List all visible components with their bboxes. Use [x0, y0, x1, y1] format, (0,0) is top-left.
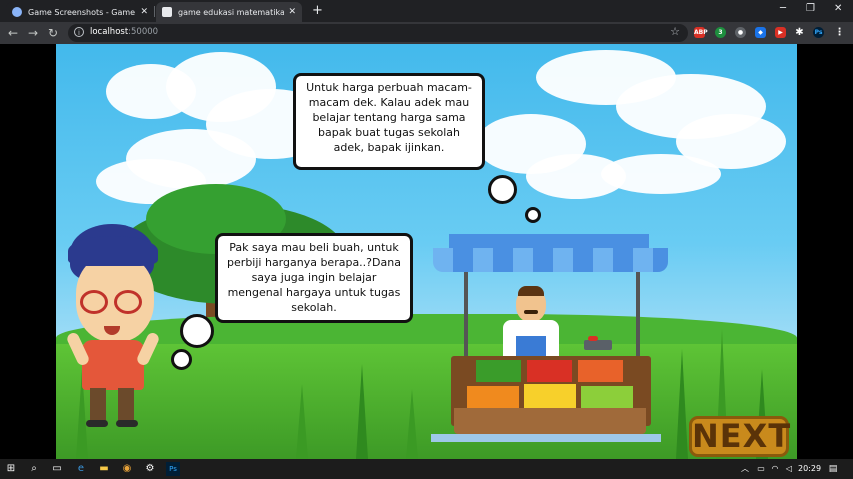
tab-title: game edukasi matematika (Cons	[178, 7, 285, 17]
extension-diamond-icon[interactable]: ◆	[755, 27, 766, 38]
seller-speech-bubble: Untuk harga perbuah macam-macam dek. Kal…	[293, 73, 485, 170]
tab-title: Game Screenshots - Game Eduka	[28, 7, 136, 17]
tab-game-edukasi[interactable]: game edukasi matematika (Cons ✕	[156, 2, 302, 22]
url-host: localhost	[90, 27, 129, 37]
game-canvas: Untuk harga perbuah macam-macam dek. Kal…	[56, 44, 797, 459]
task-view-icon[interactable]: ▭	[50, 462, 64, 476]
back-icon[interactable]: ←	[8, 25, 18, 41]
boy-thought-circle-large	[180, 314, 214, 348]
url-text[interactable]: localhost:50000	[90, 27, 158, 37]
close-tab-icon[interactable]: ✕	[140, 7, 148, 17]
menu-kebab-icon[interactable]: ⋮	[834, 27, 845, 38]
page-favicon-icon	[162, 7, 172, 17]
chrome-favicon-icon	[12, 7, 22, 17]
seller-thought-circle-large	[488, 175, 517, 204]
photoshop-icon[interactable]: Ps	[166, 462, 180, 476]
search-icon[interactable]: ⌕	[27, 462, 41, 476]
browser-toolbar: ← → ↻ i localhost:50000 ☆ ABP 3 ● ◆ ▶ ✱ …	[0, 22, 853, 44]
url-port: :50000	[128, 27, 159, 37]
window-close-icon[interactable]: ✕	[834, 3, 842, 14]
bookmark-star-icon[interactable]: ☆	[670, 25, 680, 38]
tray-chevron-icon[interactable]: ︿	[738, 462, 752, 476]
close-tab-icon[interactable]: ✕	[288, 7, 296, 17]
tab-strip: Game Screenshots - Game Eduka ✕ game edu…	[0, 0, 853, 22]
clock-time[interactable]: 20:29	[798, 464, 821, 473]
volume-icon[interactable]: ◁	[782, 462, 796, 476]
windows-start-icon[interactable]: ⊞	[4, 462, 18, 476]
address-bar[interactable]: i localhost:50000 ☆	[68, 24, 688, 42]
boy-speech-bubble: Pak saya mau beli buah, untuk perbiji ha…	[215, 233, 413, 323]
battery-icon[interactable]: ▭	[754, 462, 768, 476]
taskbar: ⊞ ⌕ ▭ e ▬ ◉ ⚙ Ps ︿ ▭ ◠ ◁ 20:29 ▤	[0, 459, 853, 479]
minimize-icon[interactable]: ─	[780, 3, 786, 14]
next-button[interactable]: NEXT	[689, 416, 790, 457]
extension-circle-icon[interactable]: ●	[735, 27, 746, 38]
chrome-icon[interactable]: ◉	[120, 462, 134, 476]
tab-game-screenshots[interactable]: Game Screenshots - Game Eduka ✕	[6, 2, 154, 22]
wifi-icon[interactable]: ◠	[768, 462, 782, 476]
site-info-icon[interactable]: i	[74, 27, 84, 37]
new-tab-button[interactable]: +	[312, 3, 323, 19]
boy-thought-circle-small	[171, 349, 192, 370]
profile-avatar-icon[interactable]: Ps	[813, 27, 824, 38]
adblock-extension-icon[interactable]: ABP	[694, 27, 708, 38]
forward-icon[interactable]: →	[28, 25, 38, 41]
notifications-icon[interactable]: ▤	[826, 462, 840, 476]
seller-thought-circle-small	[525, 207, 541, 223]
extension-play-icon[interactable]: ▶	[775, 27, 786, 38]
file-explorer-icon[interactable]: ▬	[97, 462, 111, 476]
reload-icon[interactable]: ↻	[48, 25, 58, 41]
edge-icon[interactable]: e	[74, 462, 88, 476]
settings-gear-icon[interactable]: ⚙	[143, 462, 157, 476]
tab-separator	[154, 6, 155, 17]
restore-icon[interactable]: ❐	[806, 3, 815, 14]
extensions-puzzle-icon[interactable]: ✱	[794, 27, 805, 38]
extension-badge-icon[interactable]: 3	[715, 27, 726, 38]
